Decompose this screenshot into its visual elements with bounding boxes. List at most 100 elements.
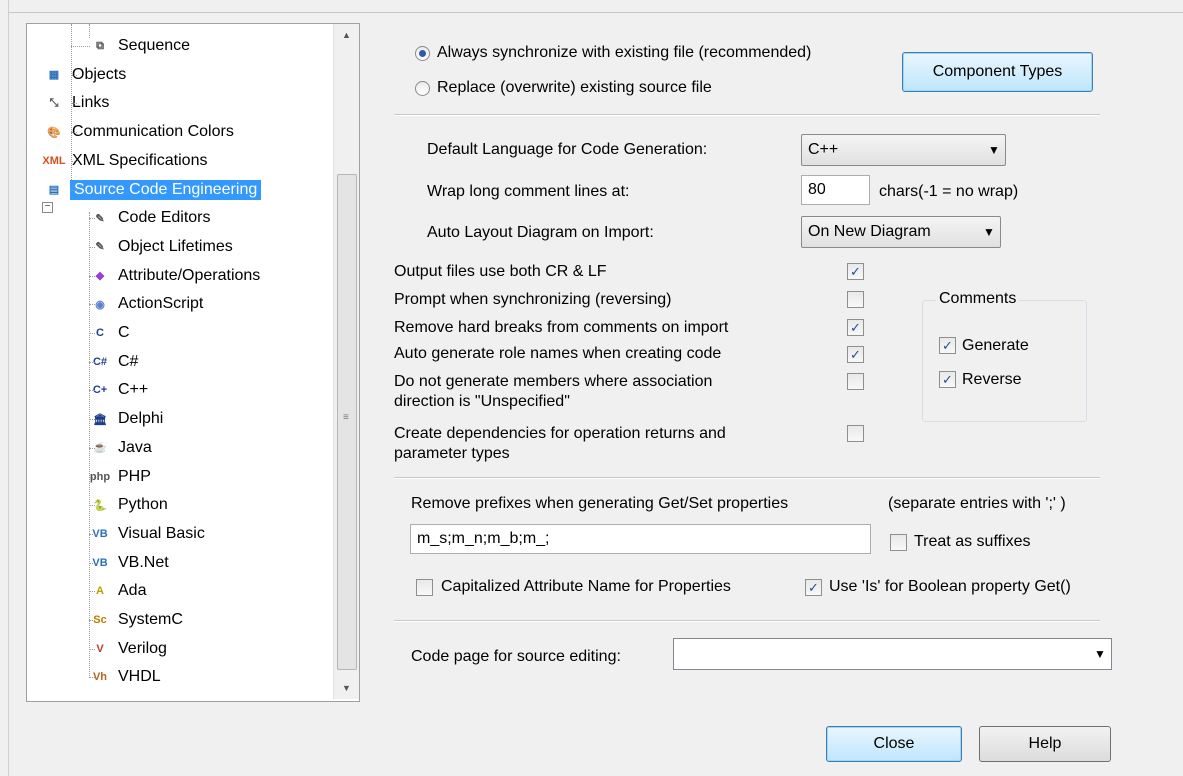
tree-connector-line <box>89 275 95 277</box>
tree-connector-line <box>89 476 95 478</box>
tree-connector-line <box>71 132 77 134</box>
checkbox-crlf[interactable]: ✓ <box>847 263 864 280</box>
tree-item-vhdl[interactable]: Vh VHDL <box>90 663 163 691</box>
option-label-crlf: Output files use both CR & LF <box>394 263 607 280</box>
prefixes-input[interactable]: m_s;m_n;m_b;m_; <box>410 524 871 554</box>
tree-item-actionscript[interactable]: ◉ ActionScript <box>90 290 205 318</box>
tree-item-label: Object Lifetimes <box>118 237 233 255</box>
checkmark-icon: ✓ <box>850 347 861 362</box>
option-label-create-dependencies: Create dependencies for operation return… <box>394 425 726 462</box>
checkmark-icon: ✓ <box>942 338 953 353</box>
tree-item-php[interactable]: php PHP <box>90 463 153 491</box>
options-tree[interactable]: − ▲ ≡ ▼ ⧉ Sequence ▦ Objects ⤡ Links 🎨 Communic… <box>26 23 360 702</box>
close-button[interactable]: Close <box>826 726 962 762</box>
tree-item-label: Verilog <box>118 639 167 657</box>
checkbox-reverse-comments[interactable]: ✓ <box>939 371 956 388</box>
checkbox-create-dependencies[interactable] <box>847 425 864 442</box>
tree-connector-line <box>89 505 95 507</box>
tree-item-attribute-operations[interactable]: ◆ Attribute/Operations <box>90 262 262 290</box>
tree-item-label: Python <box>118 496 168 514</box>
tree-connector-line <box>89 562 95 564</box>
code-page-select[interactable]: ▼ <box>673 638 1112 670</box>
tree-item-label: Java <box>118 438 152 456</box>
sequence-icon: ⧉ <box>96 39 104 52</box>
checkmark-icon: ✓ <box>808 580 819 595</box>
radio-always-synchronize[interactable]: Always synchronize with existing file (r… <box>415 44 811 62</box>
dropdown-arrow-icon[interactable]: ▼ <box>1089 647 1111 661</box>
tree-item-delphi[interactable]: 🏛 Delphi <box>90 405 165 433</box>
tree-item-object-lifetimes[interactable]: ✎ Object Lifetimes <box>90 233 235 261</box>
component-types-button[interactable]: Component Types <box>902 52 1093 92</box>
radio-unselected-icon[interactable] <box>415 80 430 96</box>
tree-connector-line <box>71 74 77 76</box>
auto-layout-value: On New Diagram <box>808 223 931 240</box>
palette-icon: 🎨 <box>47 126 61 139</box>
tree-item-systemc[interactable]: Sc SystemC <box>90 606 185 634</box>
help-button[interactable]: Help <box>979 726 1111 762</box>
tree-item-label: VHDL <box>118 668 161 686</box>
tree-item-xml-specifications[interactable]: XML XML Specifications <box>42 147 209 175</box>
radio-replace-source[interactable]: Replace (overwrite) existing source file <box>415 79 712 97</box>
tree-item-label: Attribute/Operations <box>118 266 261 284</box>
tree-item-label: PHP <box>118 467 151 485</box>
tree-connector-line <box>89 677 95 679</box>
option-label-remove-hard-breaks: Remove hard breaks from comments on impo… <box>394 319 729 336</box>
tree-item-ada[interactable]: A Ada <box>90 577 148 605</box>
xml-icon: XML <box>42 154 66 167</box>
tree-connector-line <box>71 160 77 162</box>
checkbox-capitalized-attribute[interactable] <box>416 579 433 596</box>
option-label-prompt-sync: Prompt when synchronizing (reversing) <box>394 291 672 308</box>
tree-item-c[interactable]: C# C# <box>90 348 140 376</box>
checkbox-no-unspecified-members[interactable] <box>847 373 864 390</box>
scroll-down-arrow-icon[interactable]: ▼ <box>334 677 359 699</box>
auto-layout-select[interactable]: On New Diagram ▼ <box>801 216 1001 248</box>
default-language-select[interactable]: C++ ▼ <box>801 134 1006 166</box>
tree-item-label: C# <box>118 352 139 370</box>
tree-item-code-editors[interactable]: ✎ Code Editors <box>90 204 213 232</box>
default-language-value: C++ <box>808 141 839 158</box>
tree-item-c[interactable]: C+ C++ <box>90 376 150 404</box>
window-left-edge <box>0 0 9 776</box>
tree-connector-line <box>89 246 95 248</box>
tree-connector-line <box>89 591 95 593</box>
checkbox-role-names[interactable]: ✓ <box>847 346 864 363</box>
scroll-up-arrow-icon[interactable]: ▲ <box>334 24 359 46</box>
checkbox-generate-comments[interactable]: ✓ <box>939 337 956 354</box>
generate-comments-label: Generate <box>962 337 1029 354</box>
checkbox-treat-suffixes[interactable] <box>890 534 907 551</box>
separator <box>394 114 1100 116</box>
dropdown-arrow-icon[interactable]: ▼ <box>983 143 1005 157</box>
tree-item-objects[interactable]: ▦ Objects <box>44 61 128 89</box>
tree-item-label: Delphi <box>118 410 164 428</box>
checkbox-prompt-sync[interactable] <box>847 291 864 308</box>
wrap-lines-label: Wrap long comment lines at: <box>427 183 630 200</box>
tree-item-label: C++ <box>118 381 149 399</box>
tree-item-label: Ada <box>118 582 147 600</box>
wrap-lines-input[interactable]: 80 <box>801 175 870 205</box>
tree-connector-line <box>71 46 90 47</box>
tree-item-links[interactable]: ⤡ Links <box>44 89 111 117</box>
tree-item-sequence[interactable]: ⧉ Sequence <box>90 32 192 60</box>
tree-item-verilog[interactable]: V Verilog <box>90 635 169 663</box>
tree-connector-line <box>89 447 95 449</box>
reverse-comments-label: Reverse <box>962 371 1022 388</box>
radio-selected-icon[interactable] <box>415 45 430 61</box>
tree-item-visual-basic[interactable]: VB Visual Basic <box>90 520 207 548</box>
collapse-icon[interactable]: − <box>42 202 53 213</box>
checkbox-use-is[interactable]: ✓ <box>805 579 822 596</box>
remove-prefixes-label: Remove prefixes when generating Get/Set … <box>411 495 789 512</box>
option-label-no-unspecified-members: Do not generate members where associatio… <box>394 373 713 410</box>
treat-suffixes-label: Treat as suffixes <box>914 533 1031 550</box>
tree-item-label: Sequence <box>118 37 191 54</box>
dropdown-arrow-icon[interactable]: ▼ <box>978 225 1000 239</box>
tree-scrollbar[interactable]: ▲ ≡ ▼ <box>333 24 359 699</box>
tree-item-label: Code Editors <box>118 209 211 227</box>
tree-connector-line <box>71 103 77 105</box>
tree-item-python[interactable]: 🐍 Python <box>90 491 170 519</box>
checkbox-remove-hard-breaks[interactable]: ✓ <box>847 319 864 336</box>
tree-item-java[interactable]: ☕ Java <box>90 434 154 462</box>
tree-connector-line <box>89 533 95 535</box>
tree-item-vb-net[interactable]: VB VB.Net <box>90 549 171 577</box>
tree-item-c[interactable]: CC <box>90 319 132 347</box>
tree-connector-line <box>89 419 95 421</box>
